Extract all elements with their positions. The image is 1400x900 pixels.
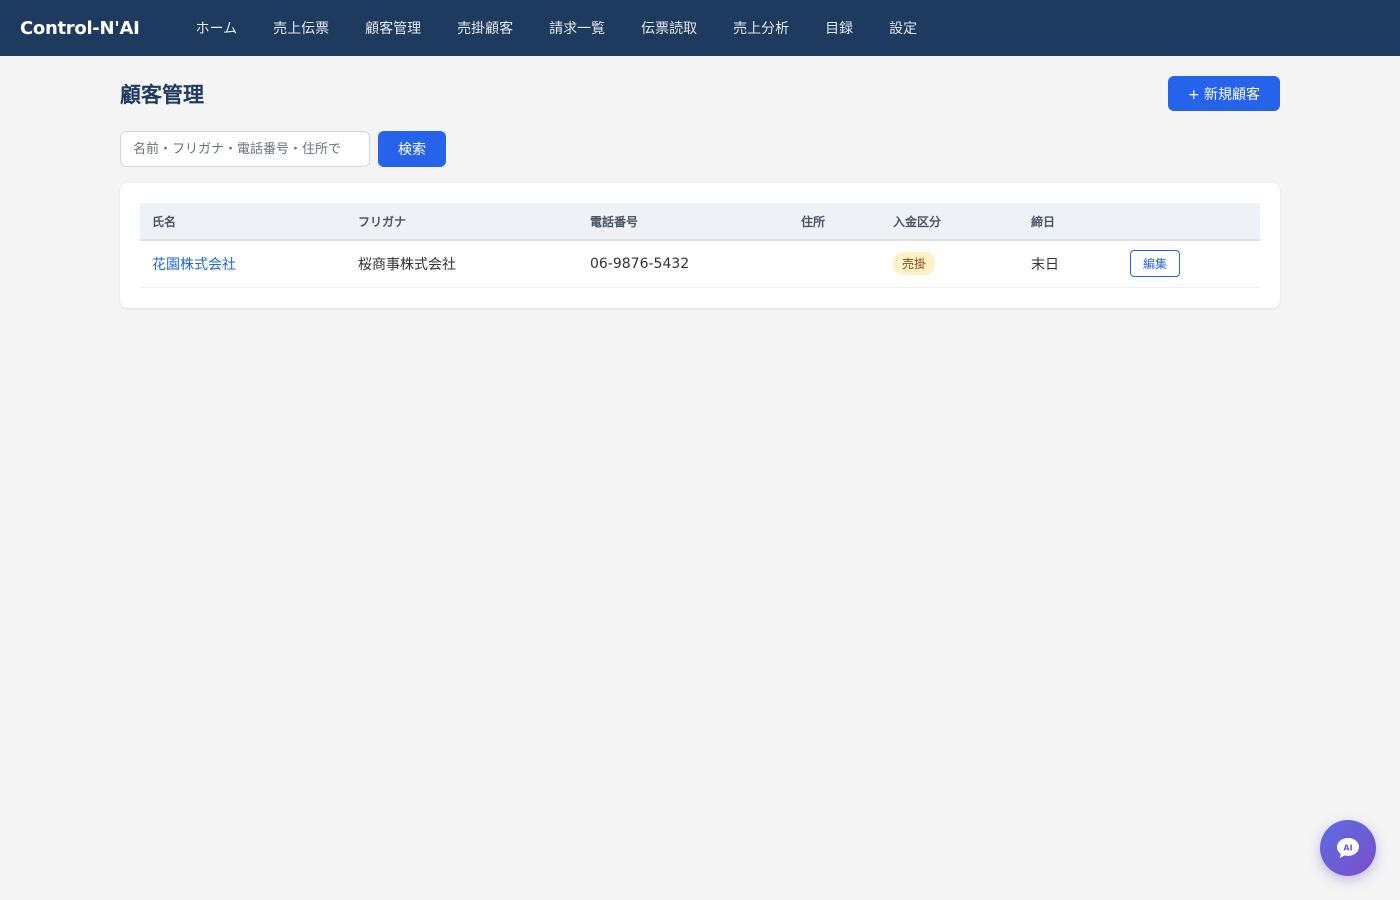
top-navigation-bar: Control-N'AI ホーム 売上伝票 顧客管理 売掛顧客 請求一覧 伝票読…	[0, 0, 1400, 56]
column-header-actions	[1118, 203, 1260, 241]
cell-actions: 編集	[1118, 240, 1260, 288]
main-nav: ホーム 売上伝票 顧客管理 売掛顧客 請求一覧 伝票読取 売上分析 目録 設定	[177, 18, 935, 38]
customer-table: 氏名 フリガナ 電話番号 住所 入金区分 締日 花園株式会社 桜商事株式会社 0…	[140, 203, 1260, 288]
cell-address	[789, 240, 881, 288]
cell-phone: 06-9876-5432	[578, 240, 789, 288]
new-customer-button[interactable]: + 新規顧客	[1167, 76, 1280, 111]
customer-name-link[interactable]: 花園株式会社	[152, 257, 236, 273]
search-button[interactable]: 検索	[378, 131, 446, 167]
ai-chat-button[interactable]: AI	[1320, 820, 1376, 876]
app-brand[interactable]: Control-N'AI	[20, 18, 140, 39]
nav-item-sales-analysis[interactable]: 売上分析	[733, 18, 789, 38]
column-header-phone: 電話番号	[578, 203, 789, 241]
column-header-name: 氏名	[140, 203, 346, 241]
main-content: 顧客管理 + 新規顧客 検索 氏名 フリガナ 電話番号 住所	[120, 56, 1280, 308]
column-header-address: 住所	[789, 203, 881, 241]
ai-label: AI	[1343, 844, 1352, 853]
page-header: 顧客管理 + 新規顧客	[120, 76, 1280, 111]
nav-item-slip-reader[interactable]: 伝票読取	[641, 18, 697, 38]
nav-item-sales-slips[interactable]: 売上伝票	[273, 18, 329, 38]
edit-button[interactable]: 編集	[1130, 250, 1181, 278]
cell-closing-day: 末日	[1019, 240, 1118, 288]
nav-item-customers[interactable]: 顧客管理	[365, 18, 421, 38]
column-header-payment-type: 入金区分	[881, 203, 1019, 241]
search-input[interactable]	[120, 131, 370, 167]
customer-table-card: 氏名 フリガナ 電話番号 住所 入金区分 締日 花園株式会社 桜商事株式会社 0…	[120, 183, 1280, 308]
table-header-row: 氏名 フリガナ 電話番号 住所 入金区分 締日	[140, 203, 1260, 241]
chat-bubble-icon: AI	[1337, 838, 1359, 858]
column-header-closing-day: 締日	[1019, 203, 1118, 241]
payment-type-badge: 売掛	[893, 252, 936, 276]
page-title: 顧客管理	[120, 82, 204, 107]
cell-payment-type: 売掛	[881, 240, 1019, 288]
nav-item-invoices[interactable]: 請求一覧	[549, 18, 605, 38]
cell-name: 花園株式会社	[140, 240, 346, 288]
search-bar: 検索	[120, 131, 1280, 167]
nav-item-credit-customers[interactable]: 売掛顧客	[457, 18, 513, 38]
column-header-furigana: フリガナ	[346, 203, 578, 241]
table-row: 花園株式会社 桜商事株式会社 06-9876-5432 売掛 末日 編集	[140, 240, 1260, 288]
nav-item-settings[interactable]: 設定	[889, 18, 917, 38]
nav-item-catalog[interactable]: 目録	[825, 18, 853, 38]
nav-item-home[interactable]: ホーム	[195, 18, 237, 38]
cell-furigana: 桜商事株式会社	[346, 240, 578, 288]
